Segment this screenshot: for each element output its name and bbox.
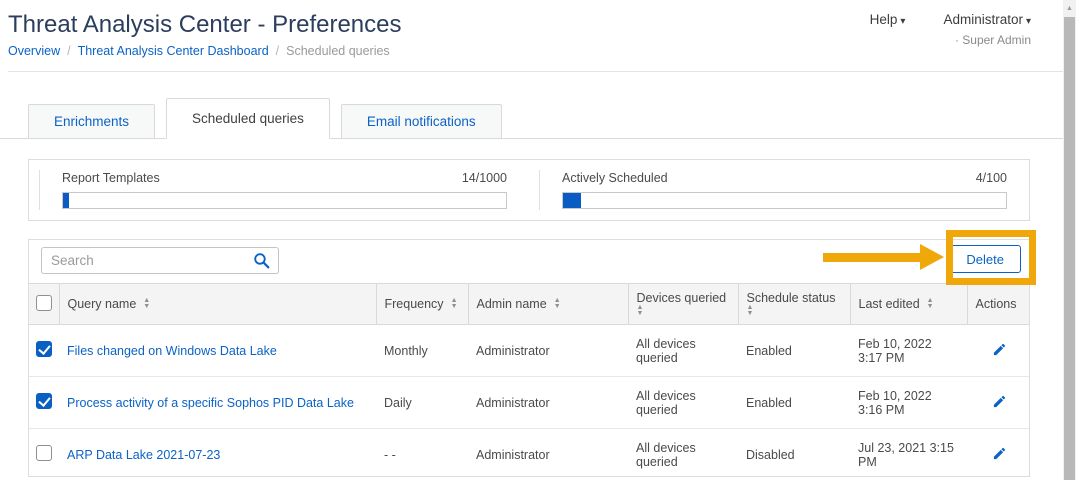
last-edited-cell: Jul 23, 2021 3:15 PM	[850, 429, 967, 478]
last-edited-cell: Feb 10, 2022 3:17 PM	[850, 325, 967, 377]
frequency-cell: - -	[376, 429, 468, 478]
col-query-name[interactable]: Query name ▲▼	[59, 284, 376, 325]
devices-queried-cell: All devices queried	[628, 325, 738, 377]
edit-button[interactable]	[990, 392, 1009, 414]
scheduled-queries-panel: Delete Query name ▲▼	[28, 239, 1030, 477]
breadcrumb-current: Scheduled queries	[286, 44, 390, 58]
table-row: Files changed on Windows Data Lake Month…	[29, 325, 1030, 377]
col-last-edited[interactable]: Last edited ▲▼	[850, 284, 967, 325]
row-checkbox[interactable]	[36, 393, 52, 409]
schedule-status-cell: Enabled	[738, 377, 850, 429]
search-box	[41, 247, 279, 274]
quota-panel: Report Templates 14/1000 Actively Schedu…	[28, 159, 1030, 221]
pencil-icon	[992, 342, 1007, 357]
admin-name-cell: Administrator	[468, 377, 628, 429]
quota-value: 4/100	[976, 171, 1007, 185]
annotation-arrow-shaft	[823, 253, 922, 262]
table-header-row: Query name ▲▼ Frequency ▲▼ Admin name ▲▼	[29, 284, 1030, 325]
select-all-checkbox[interactable]	[36, 295, 52, 311]
breadcrumb-overview[interactable]: Overview	[8, 44, 60, 58]
query-name-link[interactable]: Files changed on Windows Data Lake	[67, 344, 277, 358]
last-edited-cell: Feb 10, 2022 3:16 PM	[850, 377, 967, 429]
sort-icon: ▲▼	[927, 298, 934, 310]
vertical-scrollbar: ▲	[1063, 0, 1076, 480]
edit-button[interactable]	[990, 444, 1009, 466]
sort-icon: ▲▼	[554, 298, 561, 310]
frequency-cell: Monthly	[376, 325, 468, 377]
schedule-status-cell: Enabled	[738, 325, 850, 377]
col-devices-queried[interactable]: Devices queried ▲▼	[628, 284, 738, 325]
scrollbar-thumb[interactable]	[1064, 17, 1075, 480]
edit-button[interactable]	[990, 340, 1009, 362]
sort-icon: ▲▼	[637, 305, 644, 317]
quota-value: 14/1000	[462, 171, 507, 185]
col-actions: Actions	[967, 284, 1030, 325]
progress-bar	[62, 192, 507, 209]
schedule-status-cell: Disabled	[738, 429, 850, 478]
col-admin-name[interactable]: Admin name ▲▼	[468, 284, 628, 325]
breadcrumb-separator: /	[67, 44, 70, 58]
search-input[interactable]	[42, 253, 253, 268]
page-header: Threat Analysis Center - Preferences Ove…	[0, 0, 1063, 72]
chevron-down-icon: ▾	[900, 16, 905, 27]
query-name-link[interactable]: Process activity of a specific Sophos PI…	[67, 396, 354, 410]
row-checkbox[interactable]	[36, 341, 52, 357]
progress-fill	[563, 193, 581, 208]
devices-queried-cell: All devices queried	[628, 429, 738, 478]
tab-scheduled-queries[interactable]: Scheduled queries	[166, 98, 330, 139]
report-templates-quota: Report Templates 14/1000	[39, 170, 529, 210]
header-divider	[8, 71, 1063, 72]
admin-name-cell: Administrator	[468, 325, 628, 377]
annotation-arrow-head	[920, 244, 944, 270]
help-menu[interactable]: Help▾	[870, 12, 906, 27]
table-row: ARP Data Lake 2021-07-23 - - Administrat…	[29, 429, 1030, 478]
user-menu[interactable]: Administrator▾	[943, 12, 1031, 27]
scroll-up-icon: ▲	[1066, 5, 1073, 12]
scheduled-queries-table: Query name ▲▼ Frequency ▲▼ Admin name ▲▼	[29, 283, 1030, 477]
row-checkbox[interactable]	[36, 445, 52, 461]
chevron-down-icon: ▾	[1026, 16, 1031, 27]
col-frequency[interactable]: Frequency ▲▼	[376, 284, 468, 325]
user-block: Administrator▾ · Super Admin	[943, 12, 1031, 47]
breadcrumb-dashboard[interactable]: Threat Analysis Center Dashboard	[78, 44, 269, 58]
scrollbar-up-button[interactable]: ▲	[1063, 0, 1076, 16]
tabs-bar: Enrichments Scheduled queries Email noti…	[0, 97, 1063, 139]
sort-icon: ▲▼	[747, 305, 754, 317]
sort-icon: ▲▼	[451, 298, 458, 310]
tab-enrichments[interactable]: Enrichments	[28, 104, 155, 139]
delete-button[interactable]: Delete	[949, 245, 1021, 273]
progress-bar	[562, 192, 1007, 209]
query-name-link[interactable]: ARP Data Lake 2021-07-23	[67, 448, 220, 462]
pencil-icon	[992, 446, 1007, 461]
sort-icon: ▲▼	[143, 298, 150, 310]
admin-name-cell: Administrator	[468, 429, 628, 478]
topbar: Help▾ Administrator▾ · Super Admin	[870, 12, 1031, 47]
quota-label: Report Templates	[62, 171, 160, 185]
breadcrumb-separator: /	[276, 44, 279, 58]
search-icon	[253, 252, 270, 269]
user-role-label: · Super Admin	[943, 33, 1031, 47]
col-schedule-status[interactable]: Schedule status ▲▼	[738, 284, 850, 325]
frequency-cell: Daily	[376, 377, 468, 429]
progress-fill	[63, 193, 69, 208]
quota-label: Actively Scheduled	[562, 171, 668, 185]
page: Threat Analysis Center - Preferences Ove…	[0, 0, 1076, 480]
table-row: Process activity of a specific Sophos PI…	[29, 377, 1030, 429]
search-button[interactable]	[253, 252, 270, 269]
actively-scheduled-quota: Actively Scheduled 4/100	[539, 170, 1029, 210]
select-all-header[interactable]	[29, 284, 59, 325]
devices-queried-cell: All devices queried	[628, 377, 738, 429]
pencil-icon	[992, 394, 1007, 409]
tab-email-notifications[interactable]: Email notifications	[341, 104, 502, 139]
